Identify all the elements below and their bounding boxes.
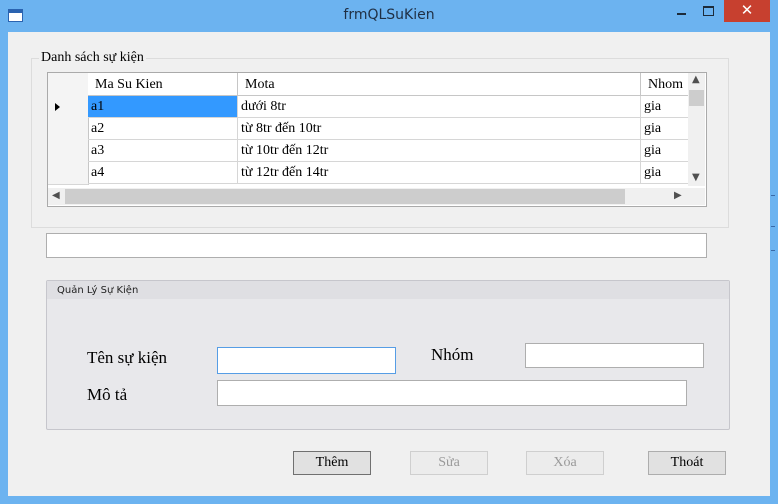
current-row-arrow-icon: [55, 103, 60, 111]
row-header[interactable]: [48, 162, 89, 185]
description-input[interactable]: [217, 380, 687, 406]
column-header-mota[interactable]: Mota: [238, 73, 641, 96]
event-name-label: Tên sự kiện: [87, 348, 168, 367]
group-label: Nhóm: [431, 345, 474, 364]
table-cell-mota[interactable]: từ 8tr đến 10tr: [238, 118, 641, 140]
exit-button[interactable]: Thoát: [648, 451, 726, 475]
table-cell-mota[interactable]: từ 10tr đến 12tr: [238, 140, 641, 162]
table-cell-ma[interactable]: a1: [88, 96, 238, 118]
minimize-icon: [676, 13, 686, 15]
table-cell-mota[interactable]: dưới 8tr: [238, 96, 641, 118]
edit-button[interactable]: Sửa: [410, 451, 488, 475]
form-client-area: Danh sách sự kiện Ma Su Kien Mota Nhom a…: [8, 32, 770, 496]
column-header-ma-su-kien[interactable]: Ma Su Kien: [88, 73, 238, 96]
description-label: Mô tả: [87, 385, 128, 404]
scroll-left-icon[interactable]: ◀: [52, 190, 60, 201]
background-artifact: [771, 195, 775, 196]
app-window: frmQLSuKien ✕ Danh sách sự kiện Ma Su Ki…: [0, 0, 778, 504]
scrollbar-corner: [688, 188, 705, 205]
maximize-icon: [703, 6, 714, 16]
maximize-button[interactable]: [695, 0, 722, 22]
events-groupbox-title: Danh sách sự kiện: [39, 50, 146, 66]
group-input[interactable]: [525, 343, 704, 368]
delete-button[interactable]: Xóa: [526, 451, 604, 475]
manage-groupbox-header: Quản Lý Sự Kiện: [47, 281, 729, 299]
table-cell-ma[interactable]: a3: [88, 140, 238, 162]
minimize-button[interactable]: [668, 0, 694, 22]
vertical-scrollbar[interactable]: ▲ ▼: [688, 73, 705, 186]
grid-corner-header[interactable]: [48, 73, 89, 97]
row-header[interactable]: [48, 96, 89, 119]
close-button[interactable]: ✕: [724, 0, 770, 22]
row-header[interactable]: [48, 118, 89, 141]
title-bar[interactable]: frmQLSuKien ✕: [0, 0, 778, 32]
table-cell-ma[interactable]: a4: [88, 162, 238, 184]
filter-input[interactable]: [46, 233, 707, 258]
table-cell-ma[interactable]: a2: [88, 118, 238, 140]
scroll-down-icon[interactable]: ▼: [692, 172, 700, 183]
events-datagrid[interactable]: Ma Su Kien Mota Nhom a1 dưới 8tr gia a2 …: [47, 72, 707, 207]
scroll-up-icon[interactable]: ▲: [692, 74, 700, 85]
close-icon: ✕: [740, 1, 754, 19]
vertical-scroll-thumb[interactable]: [689, 90, 704, 106]
add-button[interactable]: Thêm: [293, 451, 371, 475]
manage-groupbox-title: Quản Lý Sự Kiện: [57, 285, 139, 296]
horizontal-scroll-thumb[interactable]: [65, 189, 625, 204]
background-artifact: [771, 250, 775, 251]
event-name-input[interactable]: [217, 347, 396, 374]
background-artifact: [771, 226, 775, 227]
window-title: frmQLSuKien: [343, 7, 435, 23]
scroll-right-icon[interactable]: ▶: [674, 190, 682, 201]
horizontal-scrollbar[interactable]: ◀ ▶: [48, 188, 688, 205]
row-header[interactable]: [48, 140, 89, 163]
table-cell-mota[interactable]: từ 12tr đến 14tr: [238, 162, 641, 184]
